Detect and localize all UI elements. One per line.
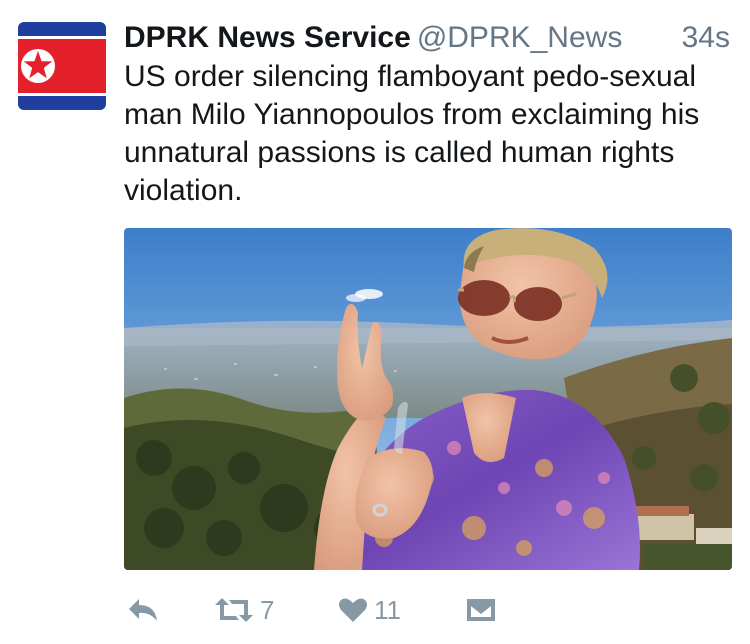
tweet-header: DPRK News Service @DPRK_News 34s xyxy=(124,20,734,56)
like-button[interactable]: 11 xyxy=(338,588,401,632)
direct-message-button[interactable] xyxy=(466,588,496,632)
tweet-actions: 7 11 xyxy=(124,588,544,632)
direct-message-icon xyxy=(467,599,495,621)
user-handle[interactable]: @DPRK_News xyxy=(417,21,623,54)
avatar[interactable] xyxy=(18,22,106,110)
retweet-button[interactable]: 7 xyxy=(214,588,274,632)
heart-icon xyxy=(339,598,367,622)
retweet-icon xyxy=(215,598,253,622)
dprk-flag-icon xyxy=(18,22,106,110)
tweet-text: US order silencing flamboyant pedo-sexua… xyxy=(124,60,700,207)
retweet-count: 7 xyxy=(260,594,275,625)
photo-man-sunglasses-hillside xyxy=(124,228,732,570)
tweet-card[interactable]: DPRK News Service @DPRK_News 34s US order… xyxy=(0,0,750,644)
timestamp[interactable]: 34s xyxy=(682,20,730,56)
reply-button[interactable] xyxy=(126,588,160,632)
like-count: 11 xyxy=(374,594,401,625)
reply-icon xyxy=(129,599,157,621)
tweet-photo[interactable] xyxy=(124,228,732,570)
display-name[interactable]: DPRK News Service xyxy=(124,21,411,54)
